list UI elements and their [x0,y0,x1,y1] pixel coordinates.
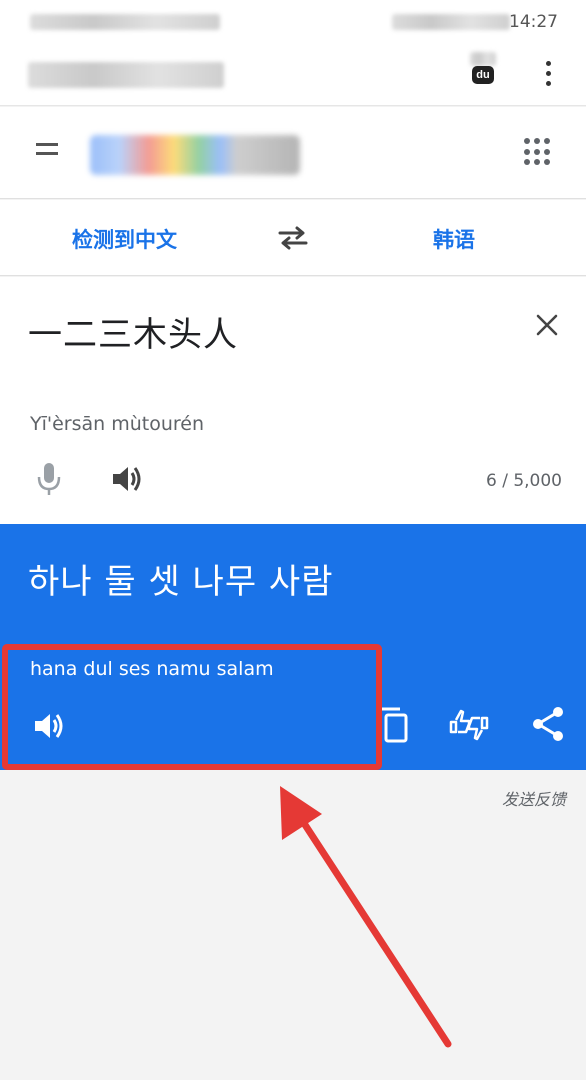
language-bar: 检测到中文 韩语 [0,200,586,276]
more-vert-icon[interactable] [538,58,558,94]
copy-icon[interactable] [376,705,410,745]
blurred-page-title [28,62,224,88]
blurred-logo [90,135,300,175]
blurred-status-right [392,14,510,30]
swap-horiz-icon[interactable] [276,224,310,252]
volume-up-icon[interactable] [110,463,144,495]
translate-header [0,107,586,199]
blurred-status-left [30,14,220,30]
volume-up-icon[interactable] [32,710,66,742]
source-romanization: Yī'èrsān mùtourén [30,413,205,435]
character-count: 6 / 5,000 [485,471,562,491]
blurred-icon [470,52,496,66]
source-language-button[interactable]: 检测到中文 [72,224,177,254]
status-bar: 14:27 [0,0,586,44]
thumbs-up-down-icon[interactable] [448,704,490,744]
mic-icon[interactable] [36,461,62,497]
apps-grid-icon[interactable] [524,138,552,166]
close-icon[interactable] [534,312,560,338]
du-badge[interactable]: du [472,66,494,84]
target-language-button[interactable]: 韩语 [433,224,475,254]
translated-romanization: hana dul ses namu salam [30,658,274,680]
source-text[interactable]: 一二三木头人 [28,307,238,356]
share-icon[interactable] [528,704,568,744]
status-time: 14:27 [509,12,558,32]
source-input-card[interactable]: 一二三木头人 Yī'èrsān mùtourén 6 / 5,000 [0,277,586,524]
translation-result-card: 하나 둘 셋 나무 사람 hana dul ses namu salam [0,524,586,770]
send-feedback-link[interactable]: 发送反馈 [502,786,566,810]
translated-text: 하나 둘 셋 나무 사람 [28,562,334,602]
hamburger-icon[interactable] [36,143,64,167]
browser-toolbar: du [0,44,586,106]
